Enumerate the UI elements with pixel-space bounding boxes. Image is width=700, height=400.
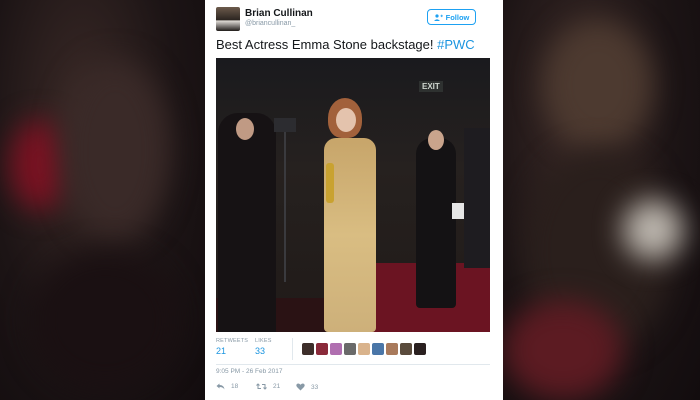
retweets-label: RETWEETS (216, 338, 249, 344)
liker-avatar[interactable] (386, 343, 398, 355)
photo-figure-right-face (428, 130, 444, 150)
likes-stat[interactable]: LIKES 33 (255, 338, 272, 356)
heart-icon (296, 383, 305, 391)
retweet-action[interactable]: 21 (256, 383, 280, 390)
photo-exit-sign: EXIT (419, 81, 443, 92)
liker-avatar[interactable] (330, 343, 342, 355)
tweet-timestamp[interactable]: 9:05 PM - 26 Feb 2017 (216, 368, 283, 375)
reply-count: 18 (231, 383, 239, 390)
retweets-stat[interactable]: RETWEETS 21 (216, 338, 248, 356)
liker-avatar[interactable] (344, 343, 356, 355)
divider (216, 364, 490, 365)
tweet-stats: RETWEETS 21 LIKES 33 (216, 338, 490, 362)
author-handle[interactable]: @briancullinan_ (245, 20, 295, 27)
stats-divider (292, 338, 293, 360)
reply-action[interactable]: 18 (216, 383, 238, 390)
reply-icon (216, 383, 225, 390)
liker-avatar[interactable] (400, 343, 412, 355)
liker-avatar[interactable] (302, 343, 314, 355)
author-avatar[interactable] (216, 7, 240, 31)
tweet-card: Brian Cullinan @briancullinan_ Follow Be… (205, 0, 503, 400)
photo-figure-center-face (336, 108, 356, 132)
liker-avatars (302, 343, 426, 355)
author-name[interactable]: Brian Cullinan (245, 8, 313, 19)
photo-figure-right (416, 138, 456, 308)
photo-figure-left-face (236, 118, 254, 140)
liker-avatar[interactable] (372, 343, 384, 355)
retweet-icon (256, 383, 267, 390)
follow-label: Follow (445, 12, 470, 22)
liker-avatar[interactable] (358, 343, 370, 355)
hashtag-link[interactable]: #PWC (437, 37, 475, 52)
photo-badge (452, 203, 464, 219)
blurred-background-left (0, 0, 205, 400)
tweet-photo[interactable]: EXIT (216, 58, 490, 332)
like-action-count: 33 (311, 383, 319, 391)
photo-camera (274, 118, 296, 132)
likes-label: LIKES (255, 338, 272, 344)
follow-button[interactable]: Follow (427, 9, 476, 25)
photo-oscar-statuette (326, 163, 334, 203)
tweet-actions: 18 21 33 (216, 383, 416, 395)
tweet-text-main: Best Actress Emma Stone backstage! (216, 37, 438, 52)
photo-tripod (284, 132, 286, 282)
liker-avatar[interactable] (316, 343, 328, 355)
tweet-text: Best Actress Emma Stone backstage! #PWC (216, 37, 475, 52)
like-action[interactable]: 33 (296, 383, 318, 391)
retweets-count: 21 (216, 346, 227, 356)
photo-figure-far-right (464, 128, 490, 268)
blurred-background-right (503, 0, 700, 400)
person-plus-icon (433, 13, 443, 21)
retweet-action-count: 21 (273, 383, 281, 390)
liker-avatar[interactable] (414, 343, 426, 355)
photo-figure-left (218, 113, 276, 332)
likes-count: 33 (255, 346, 266, 356)
